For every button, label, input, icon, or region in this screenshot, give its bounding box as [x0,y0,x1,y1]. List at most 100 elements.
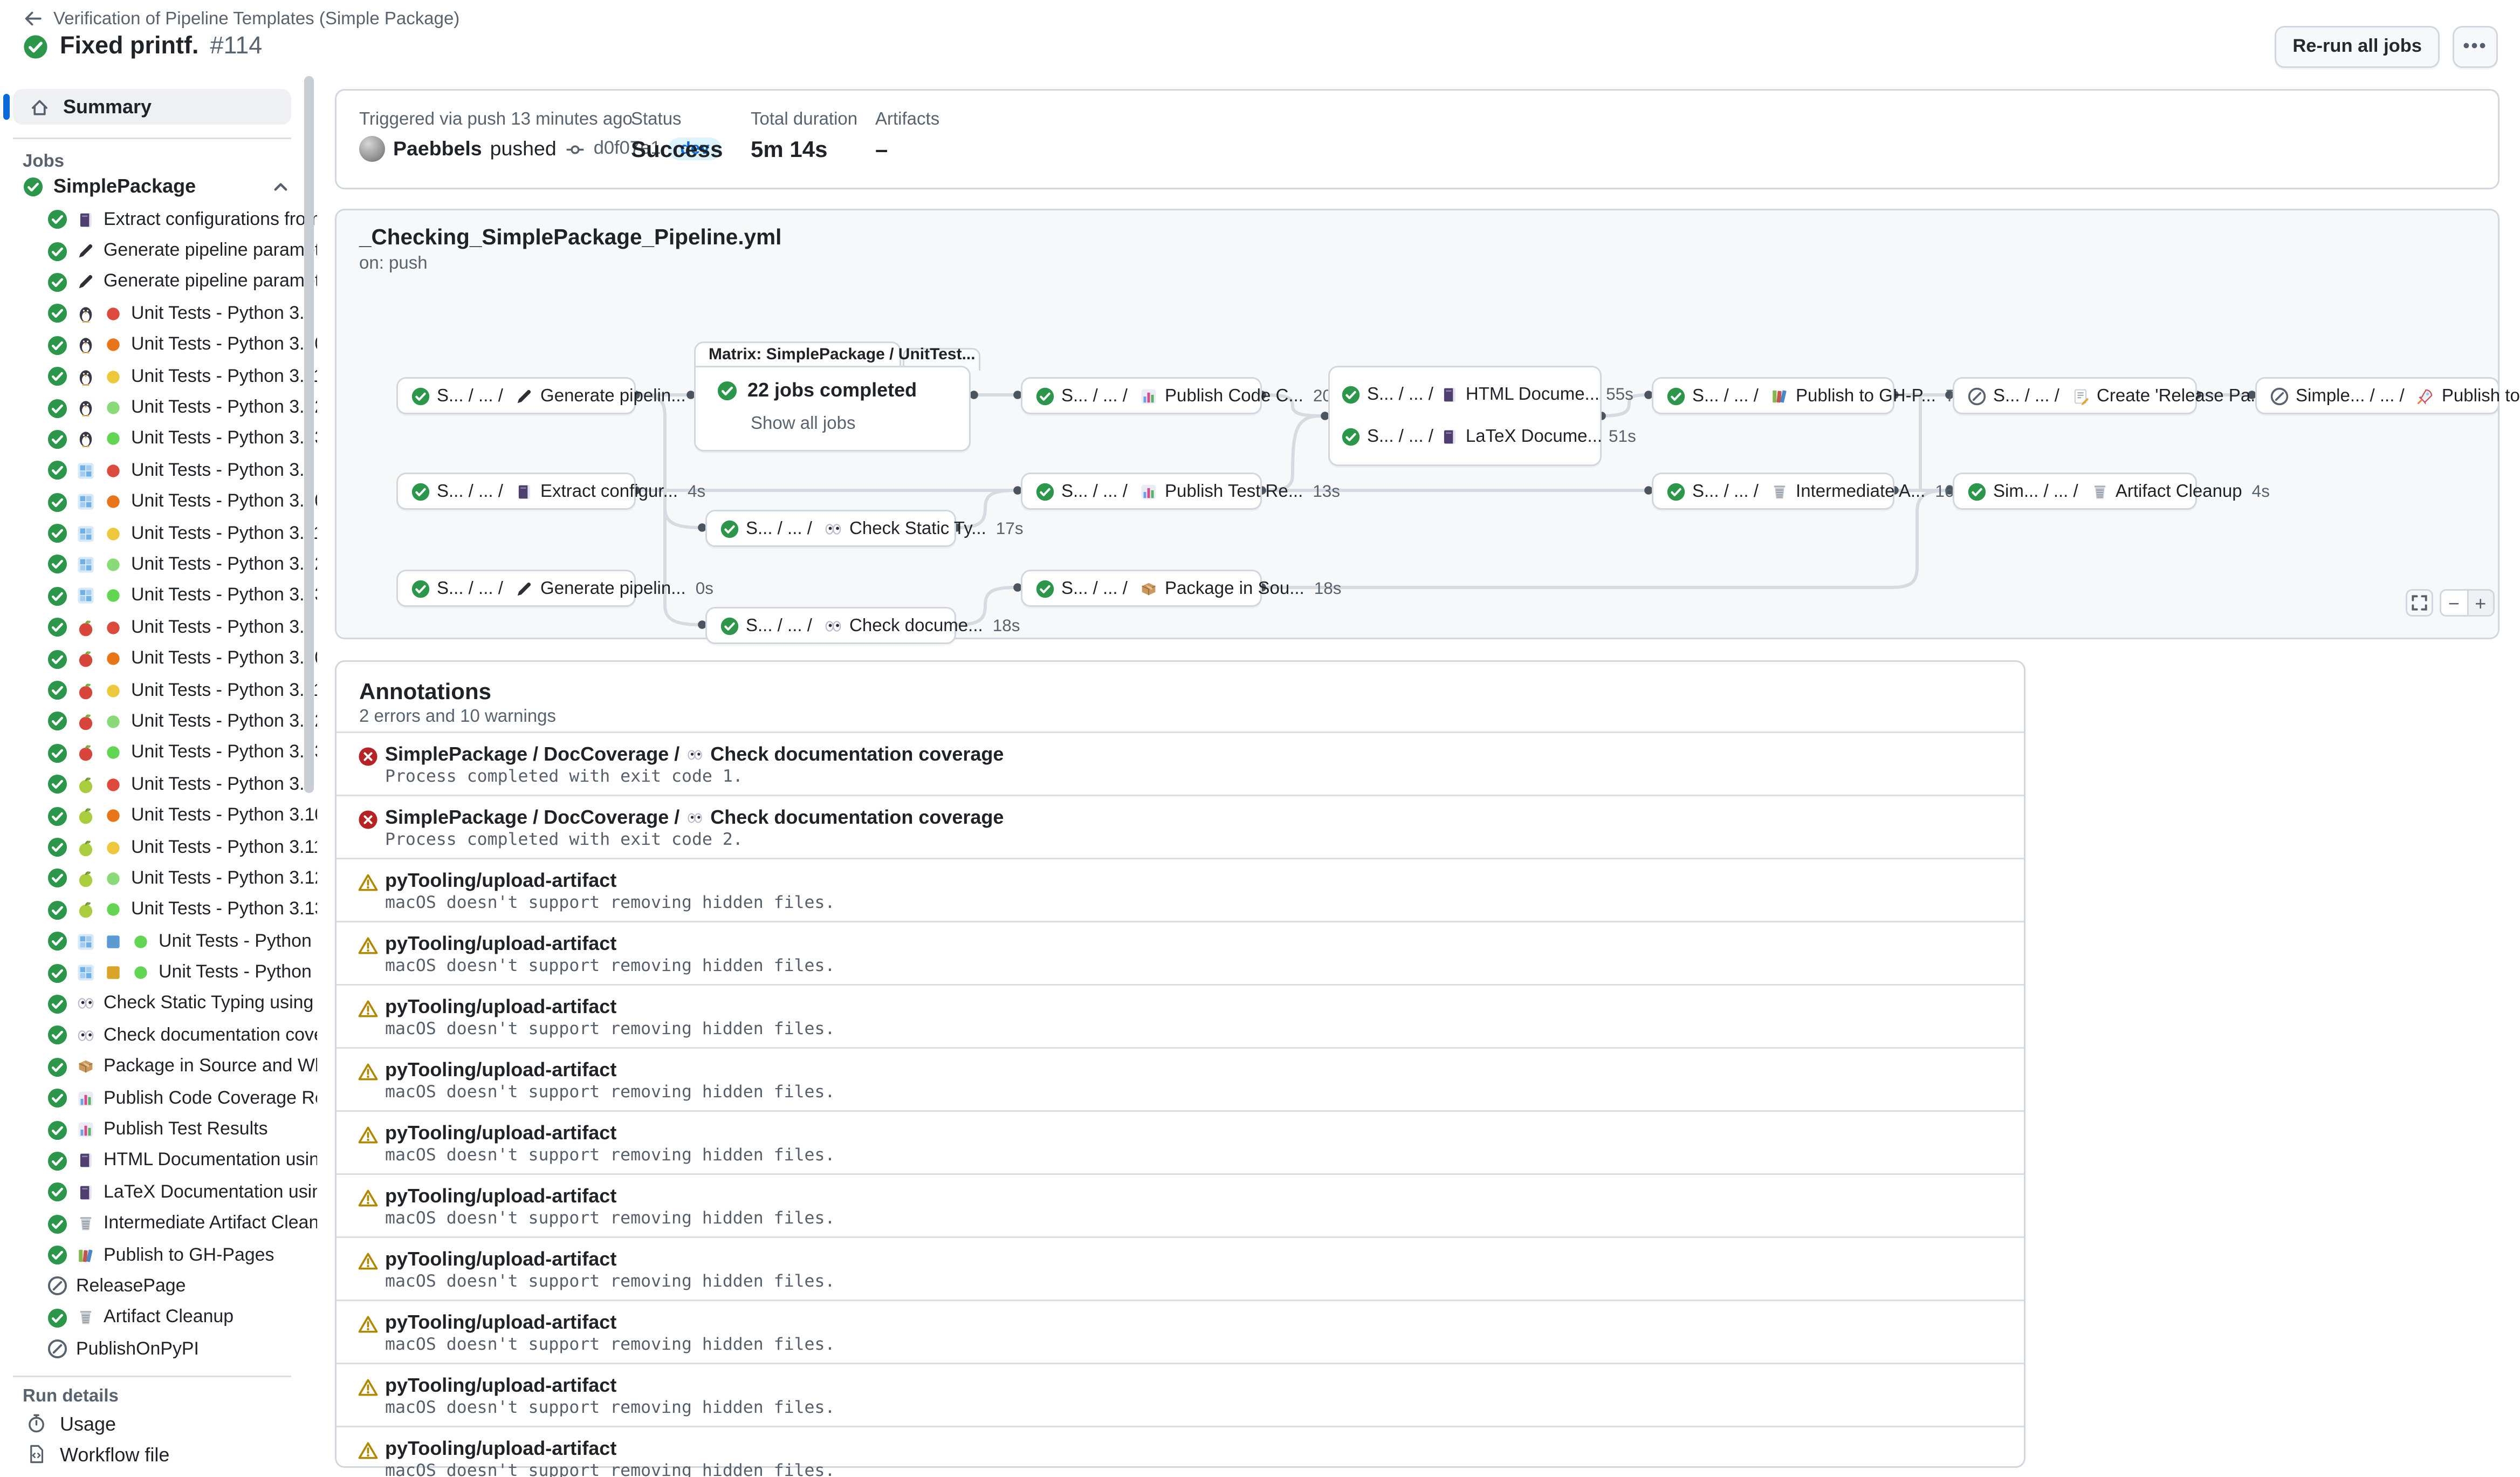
sidebar-job-item[interactable]: Unit Tests - Python 3.13 [0,580,317,612]
annotation-title[interactable]: pyTooling/upload-artifact [385,1248,616,1270]
annotation-title[interactable]: pyTooling/upload-artifact [385,1122,616,1144]
chevron-up-icon[interactable] [270,176,291,197]
dot-red-icon [104,461,123,480]
graph-node-publish-test[interactable]: S... / ... / Publish Test Re... 13s [1021,473,1262,510]
sidebar-job-item[interactable]: Unit Tests - Python 3.9 [0,769,317,800]
job-label: LaTeX Documentation using ... [104,1182,353,1202]
job-label: Unit Tests - Python 3.12 [131,398,325,418]
graph-node-check-static[interactable]: S... / ... / Check Static Ty... 17s [705,510,956,547]
graph-node-publish-coverage[interactable]: S... / ... / Publish Code C... 20s [1021,377,1262,414]
rerun-all-jobs-button[interactable]: Re-run all jobs [2275,26,2440,68]
sidebar-job-item[interactable]: Check Static Typing using Pyt... [0,988,317,1020]
show-all-jobs-link[interactable]: Show all jobs [751,414,855,434]
sidebar-job-item[interactable]: HTML Documentation using ... [0,1145,317,1177]
status-column: Status Success [631,110,723,162]
graph-node-intermediate-cleanup[interactable]: S... / ... / Intermediate A... 16s [1652,473,1894,510]
sidebar-group-simplepackage[interactable]: SimplePackage [13,170,291,202]
sidebar-job-item[interactable]: Unit Tests - Python 3.11 [0,675,317,706]
sidebar-job-item[interactable]: Unit Tests - Python 3.9 [0,298,317,330]
sidebar-job-item[interactable]: Unit Tests - Python 3.10 [0,643,317,674]
annotation-title[interactable]: pyTooling/upload-artifact [385,995,616,1018]
warn-icon [358,1377,379,1398]
sidebar-job-item[interactable]: Unit Tests - Python 3.10 [0,330,317,361]
graph-node-release-page[interactable]: S... / ... / Create 'Release Pa... [1953,377,2197,414]
warn-icon [358,1440,379,1461]
sidebar-job-item[interactable]: Generate pipeline parameters [0,235,317,266]
graph-node-artifact-cleanup[interactable]: Sim... / ... / Artifact Cleanup 4s [1953,473,2197,510]
graph-node-check-doc[interactable]: S... / ... / Check docume... 18s [705,607,956,644]
sidebar-item-summary[interactable]: Summary [13,89,291,125]
job-label: Unit Tests - Python 3.11 [131,367,324,386]
sidebar-job-item[interactable]: Unit Tests - Python 3.12 [0,957,317,988]
sidebar-job-item[interactable]: Unit Tests - Python 3.11 [0,361,317,392]
dot-yellow-icon [104,681,123,700]
sidebar-job-item[interactable]: PublishOnPyPI [0,1334,317,1365]
sidebar-job-item[interactable]: Unit Tests - Python 3.12 [0,549,317,580]
avatar[interactable] [359,136,385,162]
sidebar-job-item[interactable]: Unit Tests - Python 3.12 [0,392,317,423]
graph-node-generate-1[interactable]: S... / ... / Generate pipelin... 0s [396,377,636,414]
graph-node-generate-2[interactable]: S... / ... / Generate pipelin... 0s [396,570,636,607]
annotation-error: SimplePackage / DocCoverage /Check docum… [337,795,2024,858]
sidebar-job-item[interactable]: Generate pipeline parameters [0,266,317,298]
annotation-title[interactable]: pyTooling/upload-artifact [385,1058,616,1081]
annotation-title[interactable]: pyTooling/upload-artifact [385,869,616,892]
sidebar-job-item[interactable]: Unit Tests - Python 3.9 [0,455,317,486]
sidebar-job-item[interactable]: Unit Tests - Python 3.13 [0,423,317,455]
zoom-control[interactable]: − + [2440,589,2495,617]
zoom-in-button[interactable]: + [2467,591,2494,615]
sidebar-job-item[interactable]: Unit Tests - Python 3.10 [0,487,317,518]
sidebar-job-item[interactable]: Unit Tests - Python 3.12 [0,706,317,737]
sidebar-job-item[interactable]: Publish Test Results [0,1114,317,1145]
annotation-message: macOS doesn't support removing hidden fi… [385,1146,835,1165]
sidebar-job-item[interactable]: Unit Tests - Python 3.11 [0,831,317,863]
graph-node-package[interactable]: S... / ... / Package in Sou... 18s [1021,570,1262,607]
apple-red-icon [76,712,95,731]
success-check-icon [1035,386,1055,406]
dot-red-icon [104,304,123,324]
book-icon [1440,385,1459,405]
run-details-item-workflow-file[interactable]: Workflow file [0,1439,317,1469]
graph-node-latex-doc[interactable]: S... / ... / LaTeX Docume... 51s [1341,419,1636,455]
sidebar-job-item[interactable]: Publish to GH-Pages [0,1240,317,1271]
sidebar-job-item[interactable]: Extract configurations from p... [0,204,317,235]
sidebar-job-item[interactable]: ReleasePage [0,1271,317,1302]
annotation-title[interactable]: pyTooling/upload-artifact [385,1437,616,1460]
sidebar-scrollbar[interactable] [304,76,314,793]
graph-node-html-doc[interactable]: S... / ... / HTML Docume... 55s [1341,377,1633,413]
zoom-out-button[interactable]: − [2441,591,2467,615]
actor-name[interactable]: Paebbels [393,138,482,160]
check-icon [47,1025,68,1046]
apple-red-icon [76,743,95,763]
sidebar-job-item[interactable]: Unit Tests - Python 3.11 [0,518,317,549]
sidebar-job-item[interactable]: Check documentation covera... [0,1020,317,1051]
annotation-title[interactable]: pyTooling/upload-artifact [385,1311,616,1334]
sidebar-job-item[interactable]: Artifact Cleanup [0,1302,317,1334]
sidebar-job-item[interactable]: Unit Tests - Python 3.13 [0,894,317,926]
sidebar-job-item[interactable]: LaTeX Documentation using ... [0,1177,317,1208]
annotation-title[interactable]: pyTooling/upload-artifact [385,1374,616,1397]
sidebar-job-item[interactable]: Unit Tests - Python 3.10 [0,800,317,831]
matrix-tab[interactable]: Matrix: SimplePackage / UnitTest... [694,341,901,367]
run-details-item-usage[interactable]: Usage [0,1408,317,1439]
annotation-title[interactable]: pyTooling/upload-artifact [385,1185,616,1207]
sidebar-job-item[interactable]: Publish Code Coverage Results [0,1083,317,1114]
dot-red-icon [104,618,123,637]
annotation-warning: pyTooling/upload-artifactmacOS doesn't s… [337,984,2024,1047]
graph-node-extract[interactable]: S... / ... / Extract configur... 4s [396,473,636,510]
breadcrumb[interactable]: Verification of Pipeline Templates (Simp… [23,8,459,29]
graph-node-publish-pypi[interactable]: Simple... / ... / Publish to PyPI [2255,377,2500,414]
sidebar-job-item[interactable]: Unit Tests - Python 3.12 [0,863,317,894]
job-label: Unit Tests - Python 3.12 [131,555,325,575]
annotation-title[interactable]: SimplePackage / DocCoverage /Check docum… [385,806,1004,829]
sidebar-job-item[interactable]: Intermediate Artifact Cleanup [0,1208,317,1240]
graph-node-gh-pages[interactable]: S... / ... / Publish to GH-P... 7s [1652,377,1894,414]
sidebar-job-item[interactable]: Unit Tests - Python 3.12 [0,926,317,957]
annotation-title[interactable]: SimplePackage / DocCoverage /Check docum… [385,743,1004,765]
sidebar-job-item[interactable]: Unit Tests - Python 3.9 [0,612,317,643]
fullscreen-button[interactable] [2406,589,2433,617]
kebab-menu-button[interactable]: ••• [2453,26,2498,68]
sidebar-job-item[interactable]: Package in Source and Wheel... [0,1051,317,1083]
sidebar-job-item[interactable]: Unit Tests - Python 3.13 [0,737,317,769]
annotation-title[interactable]: pyTooling/upload-artifact [385,932,616,955]
